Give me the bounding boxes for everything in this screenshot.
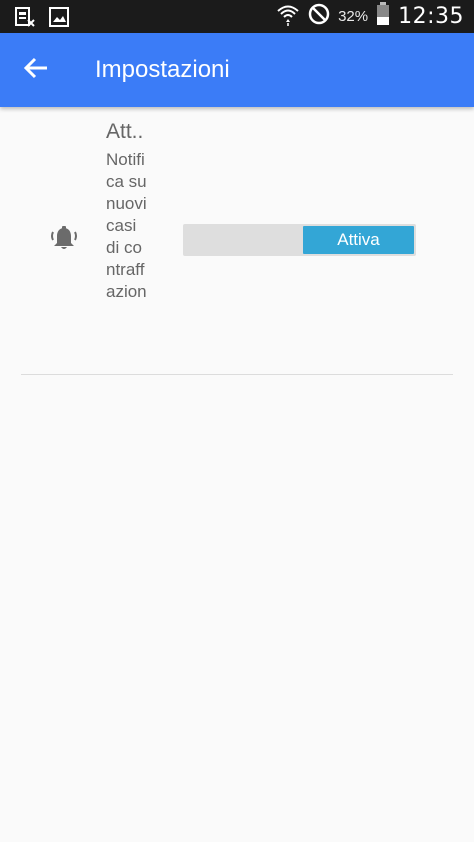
back-button[interactable]: [14, 48, 58, 92]
setting-title: Att..: [106, 120, 144, 143]
setting-description: Notifica su nuovi casi di contraffazion: [106, 150, 147, 301]
status-right-area: 32% 12:35: [276, 0, 464, 33]
do-not-disturb-icon: [308, 3, 330, 30]
status-time: 12:35: [398, 4, 464, 29]
toggle-on-label: Attiva: [303, 226, 414, 254]
status-left-icons: [14, 6, 70, 33]
page-title: Impostazioni: [95, 56, 230, 83]
notification-toggle[interactable]: Attiva: [183, 224, 416, 256]
battery-percent: 32%: [338, 8, 369, 25]
setting-text: Att.. Notifica su nuovi casi di contraff…: [106, 119, 154, 303]
image-icon: [48, 6, 70, 33]
arrow-back-icon: [23, 55, 49, 86]
sim-error-icon: [14, 6, 36, 33]
bell-ring-icon: [49, 224, 79, 254]
setting-row-notifications: Att.. Notifica su nuovi casi di contraff…: [21, 107, 453, 375]
battery-icon: [376, 2, 390, 31]
wifi-icon: [276, 2, 300, 31]
app-bar: Impostazioni: [0, 33, 474, 107]
status-bar: 32% 12:35: [0, 0, 474, 33]
